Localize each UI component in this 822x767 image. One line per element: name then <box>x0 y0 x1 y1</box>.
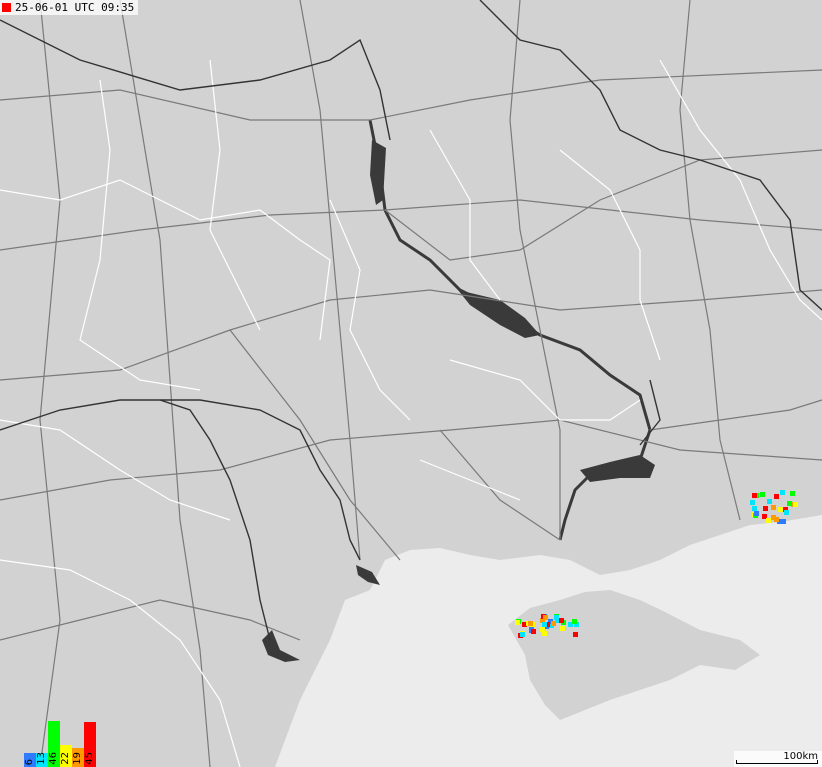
strike-marker <box>766 518 771 523</box>
strike-marker <box>531 629 536 634</box>
timestamp-marker-icon <box>2 3 11 12</box>
legend-bar: 46 <box>48 721 60 767</box>
strike-marker <box>551 621 556 626</box>
strike-marker <box>572 619 577 624</box>
strike-marker <box>787 501 792 506</box>
strike-marker <box>752 493 757 498</box>
strike-marker <box>774 494 779 499</box>
strike-marker <box>763 506 768 511</box>
strike-marker <box>554 615 559 620</box>
strike-marker <box>542 622 547 627</box>
strike-marker <box>752 506 757 511</box>
scale-tick-left <box>736 760 737 764</box>
strike-marker <box>750 500 755 505</box>
strike-marker <box>771 515 776 520</box>
legend-count: 45 <box>84 752 95 765</box>
legend-count: 13 <box>36 752 47 765</box>
scale-bar: 100km <box>734 751 822 767</box>
strike-marker <box>781 519 786 524</box>
strike-marker <box>543 615 548 620</box>
strike-marker <box>559 618 564 623</box>
strike-marker <box>573 632 578 637</box>
strike-marker <box>760 492 765 497</box>
legend-count: 6 <box>24 758 35 765</box>
legend-count: 22 <box>60 752 71 765</box>
strike-marker <box>515 620 520 625</box>
legend-bar: 22 <box>60 745 72 767</box>
strike-marker <box>784 510 789 515</box>
strike-layer <box>515 490 798 638</box>
legend-count: 19 <box>72 752 83 765</box>
strike-marker <box>542 631 547 636</box>
strike-marker <box>790 491 795 496</box>
strike-marker <box>771 505 776 510</box>
strike-legend: 6 13 46 22 19 45 <box>24 719 96 767</box>
strike-marker <box>528 621 533 626</box>
strike-marker <box>793 502 798 507</box>
timestamp-label: 25-06-01 UTC 09:35 <box>0 0 139 15</box>
strike-marker <box>778 507 783 512</box>
legend-count: 46 <box>48 752 59 765</box>
timestamp-text: 25-06-01 UTC 09:35 <box>15 1 135 14</box>
strike-marker <box>767 499 772 504</box>
legend-bar: 13 <box>36 752 48 767</box>
legend-bar: 6 <box>24 753 36 767</box>
scale-line <box>736 763 818 764</box>
scale-label: 100km <box>783 751 818 762</box>
lightning-map[interactable]: 25-06-01 UTC 09:35 6 13 46 22 19 45 100km <box>0 0 822 767</box>
strike-marker <box>780 490 785 495</box>
legend-bar: 19 <box>72 748 84 767</box>
strike-marker <box>754 511 759 516</box>
strike-marker <box>520 632 525 637</box>
strike-marker <box>560 626 565 631</box>
legend-bar: 45 <box>84 722 96 767</box>
